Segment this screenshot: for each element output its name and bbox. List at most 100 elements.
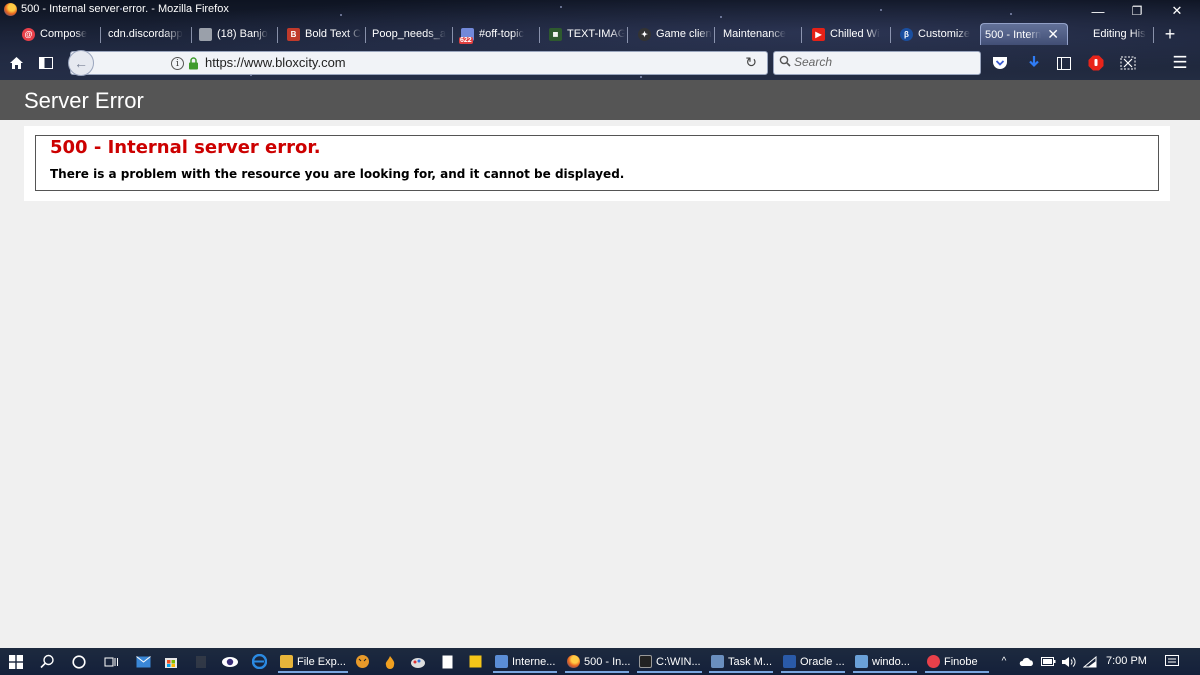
- notepad-icon[interactable]: [438, 652, 456, 671]
- search-icon[interactable]: [38, 652, 56, 671]
- screenshot-icon[interactable]: [1118, 53, 1138, 73]
- tab-label: Compose: [40, 28, 88, 40]
- window-title: 500 - Internal server error. - Mozilla F…: [21, 3, 229, 15]
- customize-icon: β: [900, 27, 913, 41]
- tab-poop-needs[interactable]: Poop_needs_a: [368, 23, 450, 45]
- text-icon: B: [287, 27, 300, 41]
- task-manager-icon: [711, 655, 724, 668]
- windows-start-icon[interactable]: [8, 652, 24, 671]
- edge-icon[interactable]: [250, 652, 268, 671]
- close-tab-icon[interactable]: ✕: [1047, 26, 1059, 43]
- browser-chrome: 500 - Internal server error. - Mozilla F…: [0, 0, 1200, 80]
- volume-icon[interactable]: [1060, 652, 1076, 671]
- clock-time[interactable]: 7:00 PM: [1106, 655, 1147, 667]
- tab-customize[interactable]: β Customize: [896, 23, 976, 45]
- wifi-icon[interactable]: [1082, 652, 1098, 671]
- network-icon: [495, 655, 508, 668]
- info-icon[interactable]: i: [171, 57, 184, 70]
- task-view-icon[interactable]: [102, 652, 120, 671]
- action-center-icon[interactable]: [1163, 652, 1181, 671]
- taskbar-app-task-manager[interactable]: Task M...: [709, 650, 773, 673]
- pinned-app-icon[interactable]: [194, 652, 208, 671]
- new-tab-button[interactable]: +: [1158, 23, 1182, 45]
- tab-label: 500 - Intern: [985, 28, 1042, 41]
- cortana-icon[interactable]: [70, 652, 88, 671]
- notification-badge: 622: [459, 36, 473, 44]
- search-bar[interactable]: [773, 51, 981, 75]
- tab-bold-text[interactable]: B Bold Text C: [283, 23, 363, 45]
- taskbar-app-command-prompt[interactable]: C:\WIN...: [637, 650, 702, 673]
- tab-separator: [365, 27, 366, 43]
- navigation-bar: i https://www.bloxcity.com ↻ ← Search ☰: [0, 47, 1200, 80]
- page-header: Server Error: [0, 80, 1200, 120]
- tab-label: Bold Text C: [305, 28, 362, 40]
- reload-icon[interactable]: ↻: [745, 54, 757, 71]
- battery-icon[interactable]: [1040, 652, 1056, 671]
- compose-icon: @: [22, 27, 35, 41]
- search-input[interactable]: [794, 55, 974, 69]
- tab-500-internal-active[interactable]: 500 - Intern ✕: [980, 23, 1068, 45]
- tab-label: (18) Banjo: [217, 28, 268, 40]
- onedrive-icon[interactable]: [1017, 652, 1035, 671]
- tab-label: Chilled Wi: [830, 28, 880, 40]
- url-text[interactable]: https://www.bloxcity.com: [205, 55, 346, 70]
- sidebar-icon[interactable]: [36, 53, 56, 73]
- tab-editing-his[interactable]: Editing His: [1089, 23, 1151, 45]
- tab-label: Maintenance: [723, 28, 786, 40]
- search-icon: [779, 55, 791, 70]
- tab-cdn-discordapp[interactable]: cdn.discordapp: [104, 23, 189, 45]
- window-icon: [855, 655, 868, 668]
- page-title: Server Error: [24, 88, 144, 113]
- restore-button[interactable]: ❐: [1117, 0, 1157, 22]
- tray-expand-icon[interactable]: ^: [997, 652, 1011, 671]
- taskbar-app-oracle[interactable]: Oracle ...: [781, 650, 845, 673]
- taskbar-app-label: File Exp...: [297, 655, 346, 668]
- flame-app-icon[interactable]: [380, 652, 400, 671]
- tab-maintenance[interactable]: Maintenance: [719, 23, 799, 45]
- taskbar-app-firefox[interactable]: 500 - In...: [565, 650, 631, 673]
- minimize-button[interactable]: —: [1078, 0, 1118, 22]
- reading-list-icon[interactable]: [1054, 53, 1074, 73]
- eye-app-icon[interactable]: [220, 652, 240, 671]
- tab-game-client[interactable]: ✦ Game clien: [634, 23, 712, 45]
- adblock-icon[interactable]: [1086, 53, 1106, 73]
- url-bar[interactable]: i https://www.bloxcity.com ↻: [70, 51, 768, 75]
- tab-label: TEXT-IMAG: [567, 28, 625, 40]
- tab-separator: [277, 27, 278, 43]
- taskbar-app-label: 500 - In...: [584, 655, 631, 668]
- home-icon[interactable]: [6, 53, 26, 73]
- back-button[interactable]: ←: [68, 50, 94, 76]
- tab-off-topic[interactable]: 622 #off-topic: [457, 23, 537, 45]
- tab-banjo[interactable]: (18) Banjo: [195, 23, 275, 45]
- taskbar-app-label: C:\WIN...: [656, 655, 701, 668]
- tab-text-image[interactable]: ▦ TEXT-IMAG: [545, 23, 625, 45]
- taskbar-app-label: Interne...: [512, 655, 556, 668]
- taskbar-app-windows[interactable]: windo...: [853, 650, 917, 673]
- tiger-app-icon[interactable]: [352, 652, 372, 671]
- pocket-icon[interactable]: [990, 53, 1010, 73]
- tab-chilled-wi[interactable]: ▶ Chilled Wi: [808, 23, 888, 45]
- menu-icon[interactable]: ☰: [1170, 53, 1190, 73]
- firefox-logo-icon: [4, 3, 17, 16]
- mail-icon[interactable]: [134, 652, 152, 671]
- taskbar-app-internet[interactable]: Interne...: [493, 650, 557, 673]
- paint-app-icon[interactable]: [408, 652, 428, 671]
- title-bar: 500 - Internal server error. - Mozilla F…: [0, 0, 1200, 20]
- taskbar-app-label: Oracle ...: [800, 655, 845, 668]
- error-box: 500 - Internal server error. There is a …: [35, 135, 1159, 191]
- tab-label: Customize: [918, 28, 970, 40]
- download-icon[interactable]: [1024, 53, 1044, 73]
- tab-compose[interactable]: @ Compose: [18, 23, 98, 45]
- store-icon[interactable]: [162, 652, 180, 671]
- lock-icon: [188, 57, 199, 70]
- close-window-button[interactable]: ✕: [1157, 0, 1197, 22]
- sticky-notes-icon[interactable]: [466, 652, 484, 671]
- tab-label: Game clien: [656, 28, 712, 40]
- terminal-icon: [639, 655, 652, 668]
- taskbar-app-label: Finobe: [944, 655, 978, 668]
- tab-separator: [100, 27, 101, 43]
- taskbar-app-file-explorer[interactable]: File Exp...: [278, 650, 348, 673]
- taskbar-app-label: Task M...: [728, 655, 773, 668]
- taskbar-app-finobe[interactable]: Finobe: [925, 650, 989, 673]
- tab-separator: [714, 27, 715, 43]
